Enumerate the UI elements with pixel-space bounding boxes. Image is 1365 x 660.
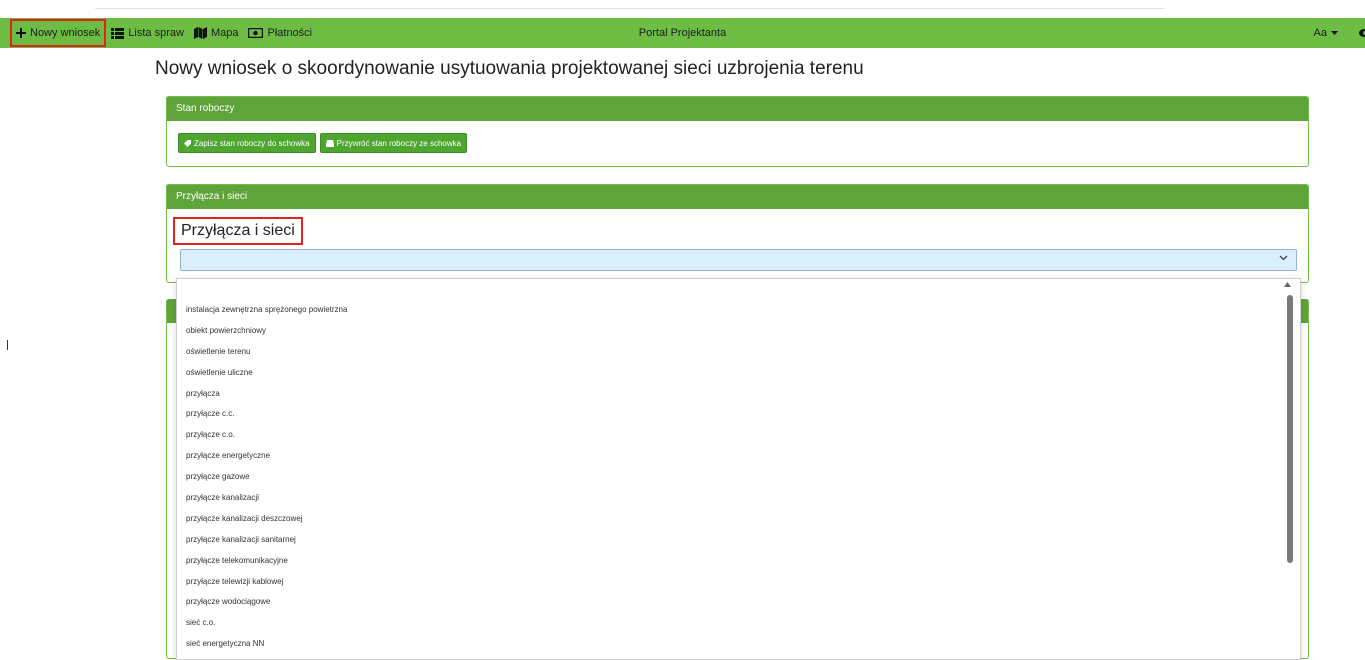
case-list-nav-item[interactable]: Lista spraw (106, 18, 189, 48)
dropdown-option[interactable]: przyłącze telewizji kablowej (177, 572, 1300, 593)
dropdown-option[interactable]: obiekt powierzchniowy (177, 321, 1300, 342)
case-list-label: Lista spraw (128, 27, 184, 39)
dropdown-option[interactable]: przyłącze c.c. (177, 404, 1300, 425)
payments-label: Płatności (267, 27, 313, 39)
top-divider (95, 8, 1165, 9)
chevron-down-icon (1279, 255, 1288, 261)
new-request-nav-item[interactable]: Nowy wniosek (10, 19, 107, 47)
font-size-label: Aa (1313, 27, 1327, 39)
plus-icon (16, 28, 26, 38)
browser-top-strip (0, 0, 1365, 18)
list-icon (111, 27, 125, 39)
payments-nav-item[interactable]: Płatności (243, 18, 317, 48)
dropdown-option[interactable]: sieć c.o. (177, 613, 1300, 634)
dropdown-option[interactable]: przyłącze kanalizacji (177, 488, 1300, 509)
tag-icon (184, 139, 191, 147)
dropdown-option[interactable]: przyłącze kanalizacji deszczowej (177, 509, 1300, 530)
dropdown-option[interactable]: przyłącze wodociągowe (177, 592, 1300, 613)
left-edge-mark (7, 340, 8, 350)
caret-down-icon (1331, 31, 1338, 35)
scroll-up-icon[interactable] (1284, 282, 1291, 287)
navbar-right: Aa (1309, 18, 1365, 48)
money-icon (248, 28, 264, 38)
map-nav-item[interactable]: Mapa (189, 18, 244, 48)
connections-label: Przyłącza i sieci (173, 217, 303, 245)
connections-card: Przyłącza i sieci Przyłącza i sieci (166, 184, 1309, 283)
option-list: instalacja zewnętrzna sprężonego powietr… (177, 279, 1300, 655)
draft-card: Stan roboczy Zapisz stan roboczy do scho… (166, 96, 1309, 167)
map-label: Mapa (210, 27, 239, 39)
dropdown-option[interactable]: sieć energetyczna NN (177, 634, 1300, 655)
dropdown-option[interactable]: przyłącze telekomunikacyjne (177, 551, 1300, 572)
inbox-icon (325, 139, 334, 147)
dropdown-option[interactable]: przyłącze energetyczne (177, 446, 1300, 467)
connections-card-header: Przyłącza i sieci (167, 185, 1308, 209)
eye-icon[interactable] (1357, 27, 1365, 39)
connections-dropdown-list[interactable]: instalacja zewnętrzna sprężonego powietr… (176, 278, 1301, 660)
dropdown-option[interactable]: oświetlenie terenu (177, 342, 1300, 363)
dropdown-option[interactable]: oświetlenie uliczne (177, 363, 1300, 384)
scrollbar-thumb[interactable] (1287, 295, 1293, 563)
save-draft-button[interactable]: Zapisz stan roboczy do schowka (178, 133, 316, 153)
map-icon (193, 27, 207, 39)
restore-draft-button[interactable]: Przywróć stan roboczy ze schowka (319, 133, 468, 153)
top-navbar: Nowy wniosek Lista spraw Mapa Płatności … (0, 18, 1365, 48)
connections-select[interactable] (180, 249, 1297, 271)
draft-button-row: Zapisz stan roboczy do schowka Przywróć … (167, 121, 1308, 153)
draft-card-header: Stan roboczy (167, 97, 1308, 121)
dropdown-option[interactable]: przyłącza (177, 384, 1300, 405)
save-draft-label: Zapisz stan roboczy do schowka (194, 138, 310, 148)
restore-draft-label: Przywróć stan roboczy ze schowka (336, 138, 462, 148)
dropdown-option[interactable]: przyłącze gazowe (177, 467, 1300, 488)
new-request-label: Nowy wniosek (30, 27, 101, 39)
dropdown-option[interactable]: przyłącze c.o. (177, 425, 1300, 446)
page-title: Nowy wniosek o skoordynowanie usytuowani… (155, 58, 864, 79)
font-size-dropdown[interactable]: Aa (1309, 18, 1343, 48)
dropdown-option[interactable]: przyłącze kanalizacji sanitarnej (177, 530, 1300, 551)
dropdown-option[interactable]: instalacja zewnętrzna sprężonego powietr… (177, 300, 1300, 321)
